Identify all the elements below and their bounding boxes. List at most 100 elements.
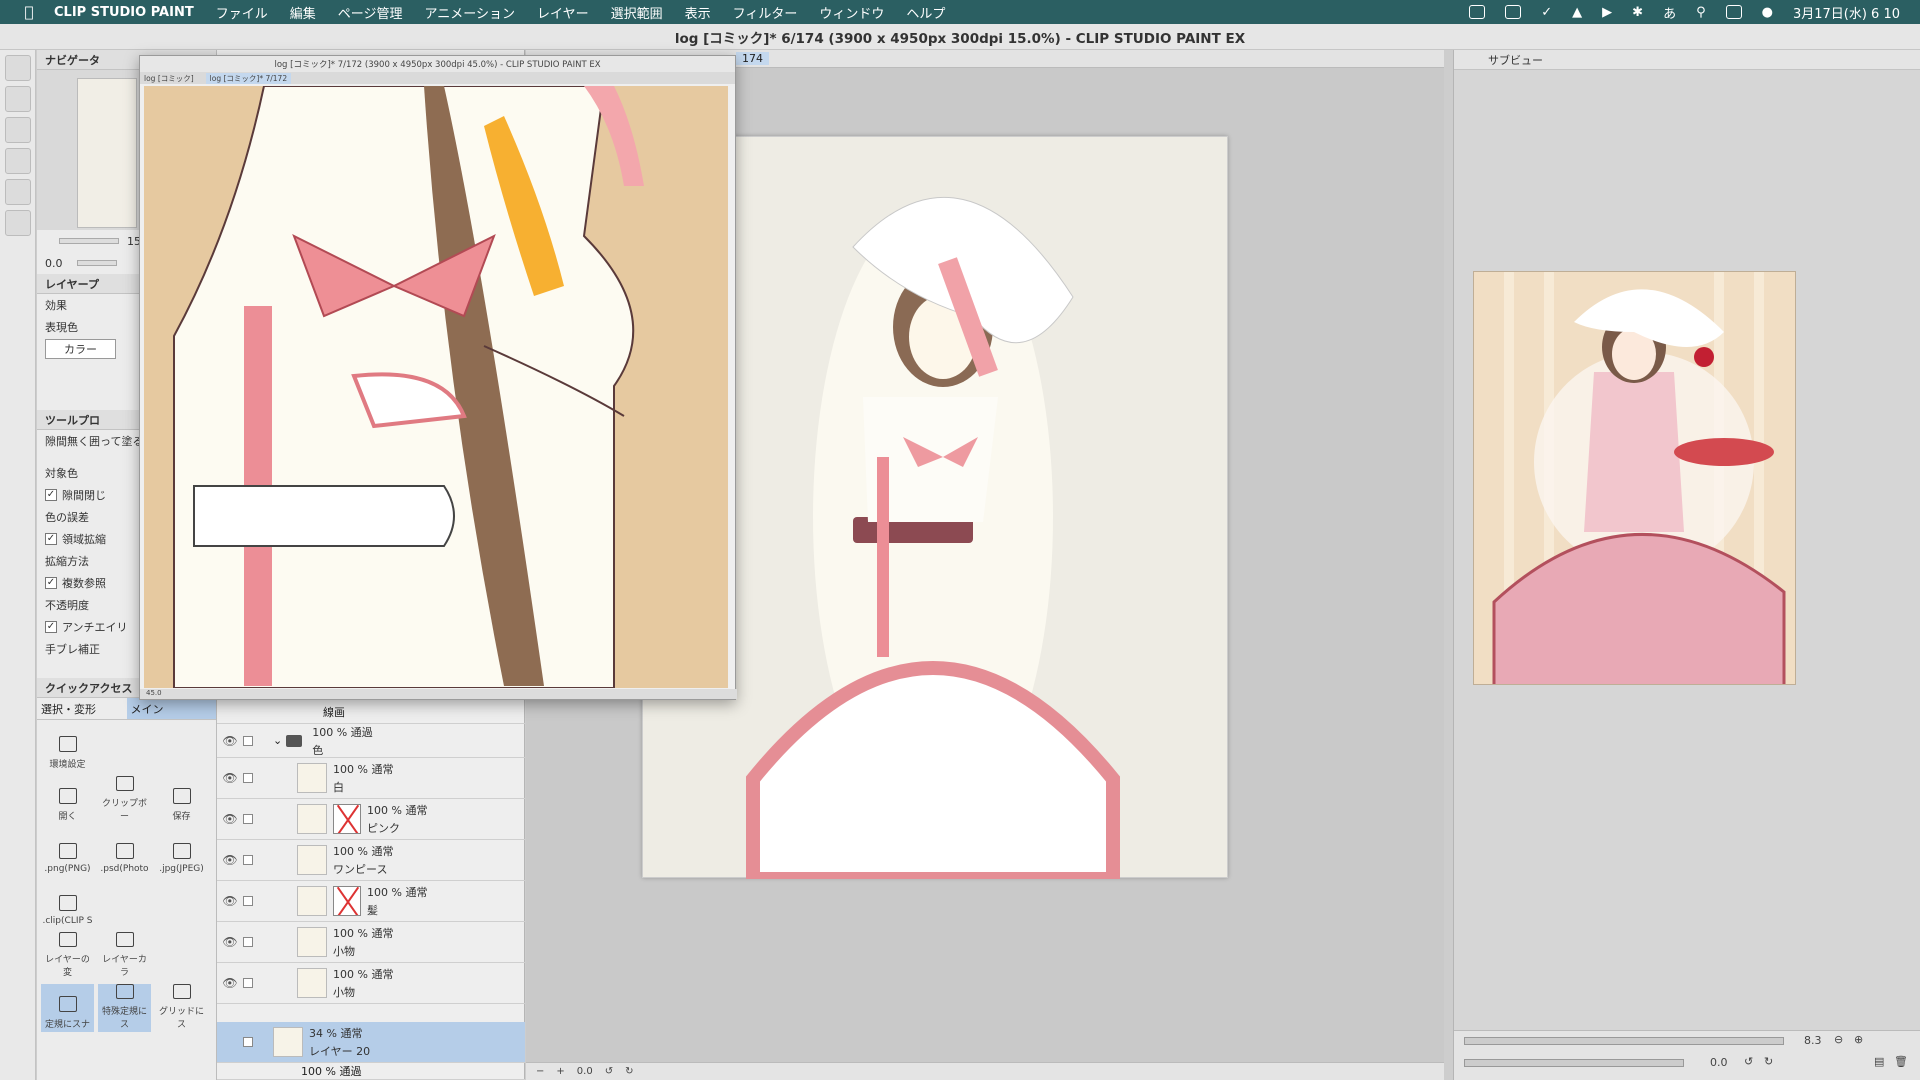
subview-rotation-value[interactable]: 0.0 <box>1710 1056 1728 1069</box>
lock-checkbox[interactable] <box>243 855 253 865</box>
menu-filter[interactable]: フィルター <box>733 3 798 22</box>
creative-cloud-icon[interactable] <box>1469 5 1486 19</box>
qa-export-jpg[interactable]: .jpg(JPEG) <box>155 828 208 876</box>
tool-layer-icon[interactable] <box>5 86 31 112</box>
qa-clipboard[interactable]: クリップボー <box>98 776 151 824</box>
rotate-right-icon[interactable]: ↻ <box>1764 1055 1773 1068</box>
zoom-in-icon[interactable]: + <box>556 1066 564 1077</box>
chevron-down-icon[interactable]: ⌄ <box>273 734 282 747</box>
apple-icon[interactable]:  <box>20 3 38 21</box>
trash-icon[interactable]: 🗑 <box>1894 1055 1908 1068</box>
tool-favorite-icon[interactable] <box>5 210 31 236</box>
zoom-out-icon[interactable]: ⊖ <box>1834 1033 1843 1046</box>
layer-row-hair[interactable]: 👁 100 % 通常髪 <box>217 881 525 922</box>
layer-row-selected[interactable]: 34 % 通常 レイヤー 20 <box>217 1022 525 1063</box>
app-name-menu[interactable]: CLIP STUDIO PAINT <box>54 5 194 20</box>
eye-icon[interactable]: 👁 <box>217 853 243 867</box>
float-tab-1[interactable]: log [コミック] <box>144 73 194 84</box>
zoom-out-icon[interactable]: − <box>536 1066 544 1077</box>
import-image-icon[interactable]: ▤ <box>1874 1055 1884 1068</box>
menu-help[interactable]: ヘルプ <box>906 3 945 22</box>
menu-view[interactable]: 表示 <box>685 3 711 22</box>
menu-layer[interactable]: レイヤー <box>537 3 589 22</box>
tool-pen-icon[interactable] <box>5 55 31 81</box>
layer-mask-icon[interactable] <box>333 886 361 916</box>
rotation-slider[interactable] <box>76 260 117 266</box>
qa-snap-ruler[interactable]: 定規にスナ <box>41 984 94 1032</box>
eye-icon[interactable]: 👁 <box>217 771 243 785</box>
eye-icon[interactable]: 👁 <box>217 734 243 748</box>
eye-icon[interactable]: 👁 <box>217 935 243 949</box>
subview-rotation-slider[interactable] <box>1464 1059 1684 1067</box>
qa-export-clip[interactable]: .clip(CLIP S <box>41 880 94 928</box>
qa-snap-special-ruler[interactable]: 特殊定規にス <box>98 984 151 1032</box>
eye-icon[interactable]: 👁 <box>217 812 243 826</box>
control-center-icon[interactable] <box>1725 5 1742 19</box>
play-icon[interactable]: ▶ <box>1602 5 1612 20</box>
tab-select-transform[interactable]: 選択・変形 <box>37 698 127 719</box>
clock[interactable]: 3月17日(水) 6 10 <box>1793 3 1900 22</box>
menu-window[interactable]: ウィンドウ <box>819 3 884 22</box>
menu-selection[interactable]: 選択範囲 <box>611 3 663 22</box>
lock-checkbox[interactable] <box>243 773 253 783</box>
search-icon[interactable]: ⚲ <box>1696 5 1706 20</box>
menu-file[interactable]: ファイル <box>216 3 268 22</box>
lock-checkbox[interactable] <box>243 978 253 988</box>
rotate-left-icon[interactable]: ↺ <box>605 1066 613 1077</box>
layer-row-lineart[interactable]: 線画 <box>217 700 525 724</box>
bluetooth-icon[interactable]: ✱ <box>1632 5 1643 20</box>
qa-layer-convert[interactable]: レイヤーの変 <box>41 932 94 980</box>
lock-checkbox[interactable] <box>243 1037 253 1047</box>
zoom-slider[interactable] <box>59 238 119 244</box>
tool-fill-icon[interactable] <box>5 117 31 143</box>
layer-row-pink[interactable]: 👁 100 % 通常 ピンク <box>217 799 525 840</box>
rotate-right-icon[interactable]: ↻ <box>625 1066 633 1077</box>
subview-zoom-slider[interactable] <box>1464 1037 1784 1045</box>
tool-select-icon[interactable] <box>5 148 31 174</box>
lock-checkbox[interactable] <box>243 814 253 824</box>
layer-row-bottom[interactable]: 100 % 通過 <box>217 1063 525 1080</box>
drive-icon[interactable]: ▲ <box>1572 5 1582 20</box>
layer-folder-color[interactable]: 👁 ⌄ 100 % 通過色 <box>217 724 525 758</box>
display-icon[interactable] <box>1505 5 1522 19</box>
float-window-canvas[interactable] <box>144 86 728 688</box>
lock-checkbox[interactable] <box>243 896 253 906</box>
gap-close-checkbox[interactable]: ✓ <box>45 489 57 501</box>
status-zoom[interactable]: 0.0 <box>577 1066 593 1077</box>
subview-zoom-value[interactable]: 8.3 <box>1804 1034 1822 1047</box>
rotation-value[interactable]: 0.0 <box>45 257 63 270</box>
input-method-icon[interactable]: あ <box>1663 3 1676 22</box>
antialias-checkbox[interactable]: ✓ <box>45 621 57 633</box>
float-tab-2[interactable]: log [コミック]* 7/172 <box>205 72 292 84</box>
qa-open[interactable]: 開く <box>41 776 94 824</box>
layer-row-accessory-1[interactable]: 👁 100 % 通常 小物 <box>217 922 525 963</box>
layer-row-accessory-2[interactable]: 👁 100 % 通常 小物 <box>217 963 525 1004</box>
menu-edit[interactable]: 編集 <box>290 3 316 22</box>
multi-refer-checkbox[interactable]: ✓ <box>45 577 57 589</box>
subview-reference-image[interactable] <box>1473 271 1796 685</box>
qa-save[interactable]: 保存 <box>155 776 208 824</box>
zoom-in-icon[interactable]: ⊕ <box>1854 1033 1863 1046</box>
menu-animation[interactable]: アニメーション <box>424 3 514 22</box>
eye-icon[interactable]: 👁 <box>217 976 243 990</box>
qa-layer-color[interactable]: レイヤーカラ <box>98 932 151 980</box>
menu-page[interactable]: ページ管理 <box>338 3 403 22</box>
tool-animation-icon[interactable] <box>5 179 31 205</box>
layer-row-dress[interactable]: 👁 100 % 通常 ワンピース <box>217 840 525 881</box>
qa-preferences[interactable]: 環境設定 <box>41 724 94 772</box>
rotate-left-icon[interactable]: ↺ <box>1744 1055 1753 1068</box>
qa-export-psd[interactable]: .psd(Photo <box>98 828 151 876</box>
tab-main[interactable]: メイン <box>126 698 216 719</box>
eye-icon[interactable]: 👁 <box>217 894 243 908</box>
layer-row-white[interactable]: 👁 100 % 通常白 <box>217 758 525 799</box>
qa-export-png[interactable]: .png(PNG) <box>41 828 94 876</box>
qa-snap-grid[interactable]: グリッドにス <box>155 984 208 1032</box>
lock-checkbox[interactable] <box>243 735 253 746</box>
subview-header[interactable]: サブビュー <box>1454 50 1920 70</box>
floating-canvas-window[interactable]: log [コミック]* 7/172 (3900 x 4950px 300dpi … <box>139 55 737 700</box>
document-tab[interactable]: 174 <box>736 52 769 65</box>
siri-icon[interactable]: ● <box>1762 5 1773 20</box>
area-scaling-checkbox[interactable]: ✓ <box>45 533 57 545</box>
lock-checkbox[interactable] <box>243 937 253 947</box>
checkmark-circle-icon[interactable]: ✓ <box>1541 5 1552 20</box>
